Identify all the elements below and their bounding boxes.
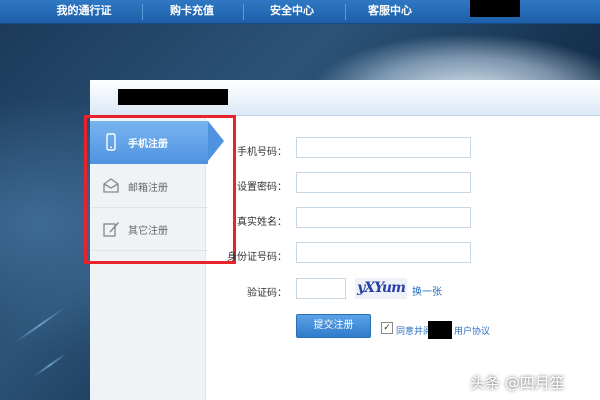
user-agreement-link[interactable]: 用户协议 [454, 324, 490, 337]
password-label: 设置密码： [237, 182, 287, 193]
light-streak [33, 352, 67, 378]
nav-separator [345, 4, 346, 20]
redacted-block [470, 0, 520, 17]
agree-text: 同意并阅 [396, 327, 433, 337]
agree-checkbox[interactable]: ✓ [381, 322, 393, 334]
captcha-field[interactable] [296, 278, 346, 299]
phone-field[interactable] [296, 137, 471, 158]
nav-separator [142, 4, 143, 20]
light-streak [14, 306, 66, 344]
realname-label: 真实姓名： [237, 217, 287, 228]
nav-separator [243, 4, 244, 20]
captcha-label: 验证码： [247, 288, 287, 299]
redacted-title [118, 89, 228, 105]
nav-my-passport[interactable]: 我的通行证 [44, 0, 124, 24]
panel-header [90, 80, 600, 116]
nav-buy-card[interactable]: 购卡充值 [152, 0, 232, 24]
realname-field[interactable] [296, 207, 471, 228]
watermark: 头条 @四月笙 [470, 374, 565, 392]
phone-label: 手机号码： [237, 147, 287, 158]
redacted-block [428, 321, 452, 339]
idcard-field[interactable] [296, 242, 471, 263]
refresh-captcha-link[interactable]: 换一张 [412, 283, 442, 298]
submit-button[interactable]: 提交注册 [296, 314, 371, 338]
idcard-label: 身份证号码： [227, 252, 287, 263]
nav-security[interactable]: 安全中心 [252, 0, 332, 24]
nav-customer-service[interactable]: 客服中心 [350, 0, 430, 24]
top-navigation: 我的通行证 购卡充值 安全中心 客服中心 [0, 0, 600, 24]
password-field[interactable] [296, 172, 471, 193]
captcha-image: yXYum [355, 278, 407, 299]
